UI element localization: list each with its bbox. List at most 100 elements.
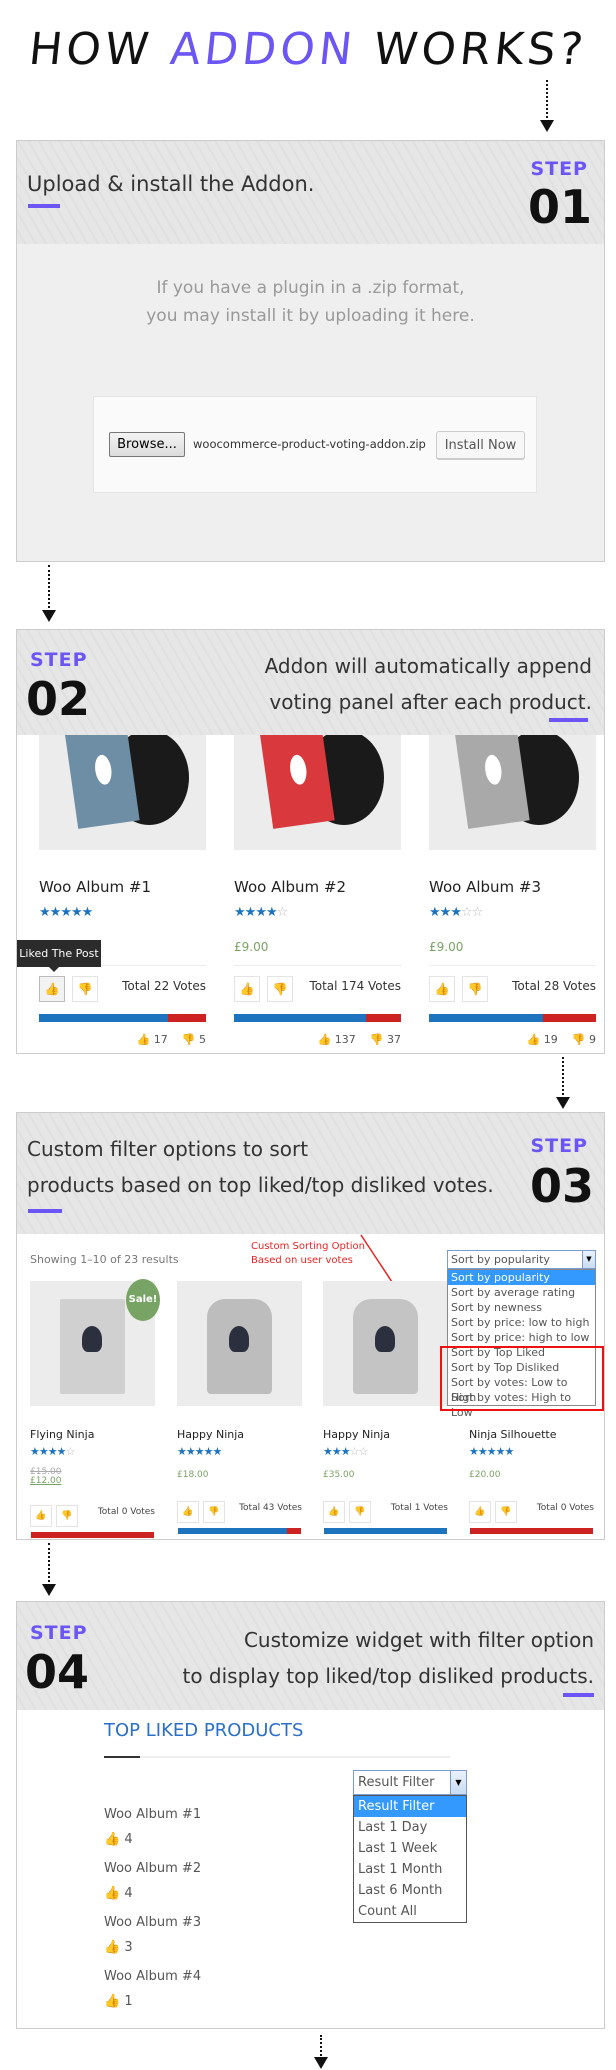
product-title[interactable]: Woo Album #2 — [234, 878, 346, 896]
filter-option[interactable]: Result Filter — [354, 1796, 466, 1817]
star-filled-icon: ★ — [495, 1445, 506, 1458]
star-empty-icon: ☆ — [65, 1445, 76, 1458]
product-image[interactable] — [177, 1281, 302, 1406]
sale-badge: Sale! — [126, 1279, 160, 1321]
widget-product-link[interactable]: Woo Album #4 — [104, 1969, 201, 1984]
vote-ratio-bar — [234, 1014, 401, 1022]
widget-product-link[interactable]: Woo Album #2 — [104, 1861, 201, 1876]
step-label: STEP — [530, 158, 588, 180]
upload-info-line: you may install it by uploading it here. — [146, 306, 475, 326]
step-number: 02 — [26, 672, 91, 726]
like-fill — [39, 1014, 168, 1022]
filter-option[interactable]: Last 1 Day — [354, 1817, 466, 1838]
step-heading-line: Customize widget with filter option — [243, 1628, 594, 1652]
step-heading-line: Addon will automatically append — [264, 654, 592, 678]
star-rating: ★★★★☆ — [234, 905, 288, 920]
price-value: £35.00 — [323, 1470, 355, 1480]
star-filled-icon: ★ — [39, 905, 51, 920]
product-image[interactable] — [323, 1281, 448, 1406]
product-title[interactable]: Happy Ninja — [177, 1428, 244, 1441]
result-count: Showing 1–10 of 23 results — [30, 1253, 179, 1266]
total-votes: Total 22 Votes — [122, 979, 206, 993]
like-count: 19 — [543, 1033, 558, 1046]
star-filled-icon: ★ — [203, 1445, 214, 1458]
total-votes: Total 174 Votes — [309, 979, 401, 993]
star-filled-icon: ★ — [194, 1445, 205, 1458]
file-name: woocommerce-product-voting-addon.zip — [193, 437, 426, 451]
step-heading: Upload & install the Addon. — [27, 172, 315, 196]
thumbs-up-icon: 👍 — [526, 1033, 544, 1046]
heading-underline — [563, 1693, 594, 1697]
install-now-button[interactable]: Install Now — [436, 431, 525, 459]
upload-info: If you have a plugin in a .zip format, y… — [17, 274, 604, 330]
result-filter-select[interactable]: Result Filter ▼ — [353, 1770, 467, 1795]
star-filled-icon: ★ — [234, 905, 246, 920]
tooltip: Liked The Post — [17, 940, 101, 972]
vote-counts: 👍 137 👎 37 — [234, 1033, 401, 1046]
price-value: £18.00 — [177, 1470, 209, 1480]
sort-option[interactable]: Sort by popularity — [448, 1270, 595, 1285]
star-rating: ★★★★★ — [39, 905, 93, 920]
vote-counts: 👍 17 👎 5 — [39, 1033, 206, 1046]
widget-product-link[interactable]: Woo Album #3 — [104, 1915, 201, 1930]
product-title[interactable]: Ninja Silhouette — [469, 1428, 556, 1441]
step-3-panel: Custom filter options to sort products b… — [16, 1112, 605, 1540]
sort-select[interactable]: Sort by popularity ▼ — [447, 1250, 596, 1269]
step-2-header: STEP 02 Addon will automatically append … — [17, 630, 604, 735]
star-rating: ★★★☆☆ — [323, 1445, 368, 1458]
thumbs-down-icon: 👎 — [369, 1033, 387, 1046]
star-filled-icon: ★ — [56, 1445, 67, 1458]
product-image[interactable] — [429, 720, 596, 850]
filter-option[interactable]: Last 1 Week — [354, 1838, 466, 1859]
star-filled-icon: ★ — [450, 905, 462, 920]
vote-ratio-bar — [39, 1014, 206, 1022]
widget-title: TOP LIKED PRODUCTS — [104, 1720, 304, 1741]
widget-like-count: 👍 4 — [104, 1832, 133, 1847]
widget-product-link[interactable]: Woo Album #1 — [104, 1807, 201, 1822]
thumbs-up-icon: 👍 — [104, 1832, 125, 1847]
sort-option[interactable]: Sort by price: high to low — [448, 1330, 595, 1345]
sale-badge-text: Sale! — [128, 1294, 158, 1305]
vote-ratio-bar — [178, 1528, 301, 1534]
filter-option[interactable]: Count All — [354, 1901, 466, 1922]
dislike-count: 5 — [199, 1033, 206, 1046]
star-filled-icon: ★ — [212, 1445, 223, 1458]
sort-option[interactable]: Sort by newness — [448, 1300, 595, 1315]
filter-option[interactable]: Last 6 Month — [354, 1880, 466, 1901]
product-image[interactable] — [234, 720, 401, 850]
star-filled-icon: ★ — [49, 905, 62, 920]
arrow-down-icon — [556, 1057, 570, 1109]
filter-option[interactable]: Last 1 Month — [354, 1859, 466, 1880]
star-filled-icon: ★ — [47, 1445, 58, 1458]
product-price: £9.00 — [429, 940, 464, 954]
sort-option[interactable]: Sort by price: low to high — [448, 1315, 595, 1330]
upload-info-line: If you have a plugin in a .zip format, — [156, 278, 465, 298]
sort-option[interactable]: Sort by average rating — [448, 1285, 595, 1300]
filter-selected-value: Result Filter — [358, 1775, 435, 1790]
step-1-panel: Upload & install the Addon. STEP 01 If y… — [16, 140, 605, 562]
star-filled-icon: ★ — [265, 905, 278, 920]
dislike-count: 37 — [387, 1033, 401, 1046]
step-2-panel: Woo Album #1★★★★★£9.00👍👎Total 22 Votes👍 … — [16, 629, 605, 1054]
step-4-header: STEP 04 Customize widget with filter opt… — [17, 1602, 604, 1710]
browse-button[interactable]: Browse... — [109, 432, 185, 457]
like-count: 3 — [124, 1940, 133, 1955]
star-filled-icon: ★ — [60, 905, 72, 920]
chevron-down-icon[interactable]: ▼ — [582, 1251, 595, 1268]
product-title[interactable]: Happy Ninja — [323, 1428, 390, 1441]
star-filled-icon: ★ — [469, 1445, 479, 1458]
step-heading-line: voting panel after each product. — [269, 690, 592, 714]
star-filled-icon: ★ — [70, 905, 83, 920]
thumbs-down-icon: 👎 — [571, 1033, 589, 1046]
star-empty-icon: ☆ — [349, 1445, 360, 1458]
star-filled-icon: ★ — [429, 905, 441, 920]
highlight-box — [440, 1346, 604, 1411]
step-heading: Addon will automatically append voting p… — [265, 648, 592, 720]
product-title[interactable]: Woo Album #3 — [429, 878, 541, 896]
product-title[interactable]: Woo Album #1 — [39, 878, 151, 896]
star-filled-icon: ★ — [177, 1445, 187, 1458]
product-title[interactable]: Flying Ninja — [30, 1428, 94, 1441]
heading-underline — [549, 718, 588, 722]
chevron-down-icon[interactable]: ▼ — [450, 1771, 466, 1794]
product-image[interactable] — [39, 720, 206, 850]
